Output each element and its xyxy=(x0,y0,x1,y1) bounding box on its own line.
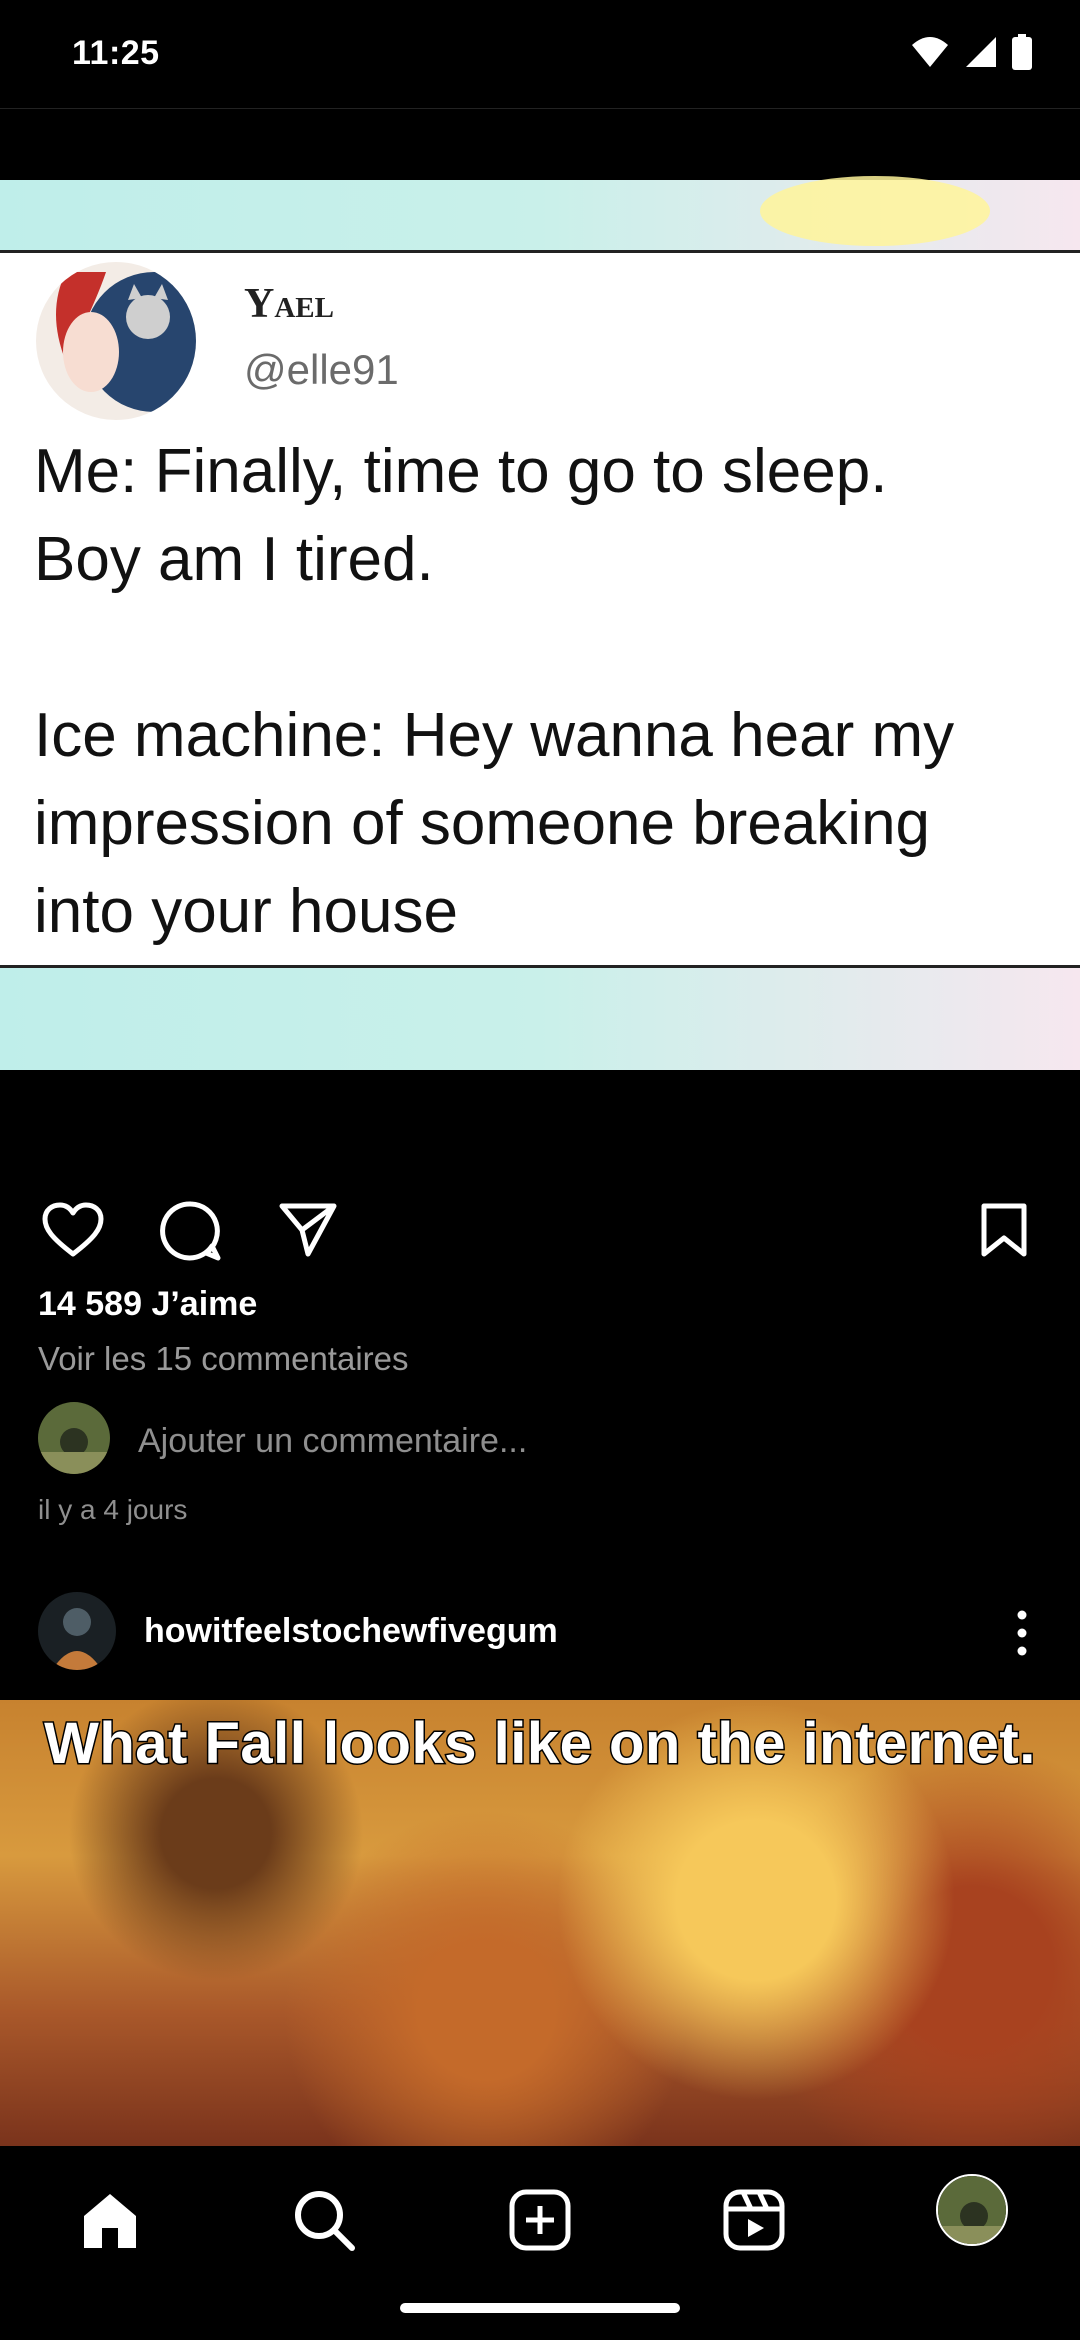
battery-icon xyxy=(1012,33,1032,75)
post-actions xyxy=(0,1190,1080,1270)
tweet-line: Ice machine: Hey wanna hear my xyxy=(34,701,955,770)
bookmark-icon[interactable] xyxy=(976,1198,1032,1262)
comment-bubble-icon[interactable] xyxy=(158,1198,224,1264)
post-author-avatar[interactable] xyxy=(38,1592,116,1670)
status-bar: 11:25 xyxy=(0,0,1080,108)
image-sun-shape xyxy=(760,176,990,246)
view-comments-link[interactable]: Voir les 15 commentaires xyxy=(38,1340,409,1378)
current-user-avatar xyxy=(38,1402,110,1474)
add-post-icon[interactable] xyxy=(502,2182,578,2258)
like-heart-icon[interactable] xyxy=(38,1198,108,1262)
post-author-username[interactable]: howitfeelstochewfivegum xyxy=(144,1612,558,1651)
more-options-icon[interactable] xyxy=(1004,1608,1040,1658)
status-icons xyxy=(910,32,1032,76)
tweet-author-name: Yael xyxy=(244,281,334,327)
tweet-line: into your house xyxy=(34,877,458,946)
like-count[interactable]: 14 589 J’aime xyxy=(38,1285,257,1324)
tweet-text: Me: Finally, time to go to sleep. Boy am… xyxy=(34,428,1064,956)
tweet-line: impression of someone breaking xyxy=(34,789,931,858)
tweet-author-handle: @elle91 xyxy=(244,346,399,393)
header-divider xyxy=(0,108,1080,109)
post-timestamp: il y a 4 jours xyxy=(38,1494,188,1525)
image-caption-text: What Fall looks like on the internet. xyxy=(43,1710,1037,1778)
tweet-line: Me: Finally, time to go to sleep. xyxy=(34,437,888,506)
tweet-avatar xyxy=(36,262,196,420)
cell-signal-icon xyxy=(964,35,998,74)
profile-avatar[interactable] xyxy=(936,2174,1008,2246)
status-time: 11:25 xyxy=(72,34,160,72)
search-icon[interactable] xyxy=(286,2182,362,2258)
home-icon[interactable] xyxy=(72,2182,148,2258)
share-send-icon[interactable] xyxy=(276,1198,340,1262)
reels-icon[interactable] xyxy=(716,2182,792,2258)
tweet-line: Boy am I tired. xyxy=(34,525,434,594)
home-indicator[interactable] xyxy=(400,2303,680,2313)
wifi-icon xyxy=(910,35,950,74)
add-comment-input[interactable]: Ajouter un commentaire... xyxy=(138,1422,527,1461)
